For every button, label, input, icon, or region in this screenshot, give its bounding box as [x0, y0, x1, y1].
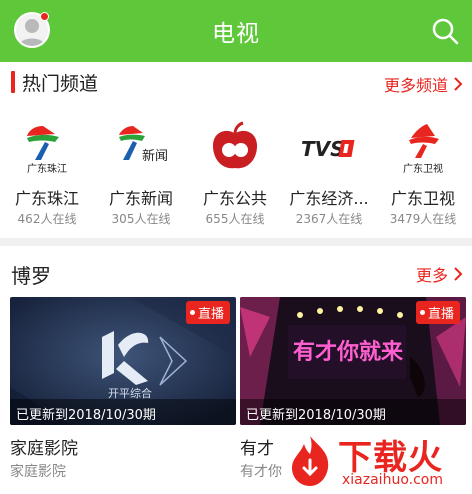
svg-text:开平综合: 开平综合 [108, 386, 152, 400]
program-subtitle: 有才你 [240, 464, 282, 480]
channel-name: 广东经济... [289, 189, 369, 208]
gd-satellite-logo-icon: 广东卫视 [403, 124, 443, 175]
live-label: 直播 [197, 307, 224, 322]
channel-viewers: 655人在线 [205, 212, 265, 226]
more-label: 更多 [415, 266, 448, 285]
channel-viewers: 305人在线 [111, 212, 171, 226]
watermark-url: xiazaihuo.com [342, 472, 443, 488]
page-title: 电视 [212, 21, 260, 47]
site-watermark: 下载火 xiazaihuo.com [280, 428, 472, 494]
more-channels-link[interactable]: 更多频道 [384, 72, 464, 96]
channel-item[interactable]: 广东珠江 广东珠江 462人在线 [0, 110, 94, 230]
channel-name: 广东新闻 [108, 189, 173, 208]
channel-item[interactable]: TVS 广东经济... 2367人在线 [282, 110, 376, 230]
channel-viewers: 2367人在线 [295, 212, 363, 226]
section-divider [0, 238, 472, 246]
chevron-right-icon [454, 267, 463, 281]
svg-text:有才你就来: 有才你就来 [293, 339, 404, 365]
section-marker [11, 71, 15, 93]
channel-name: 广东珠江 [14, 189, 79, 208]
live-dot-icon [189, 310, 195, 315]
update-text: 已更新到2018/10/30期 [16, 408, 156, 423]
more-link[interactable]: 更多 [416, 262, 464, 286]
svg-text:TVS: TVS [301, 137, 345, 161]
program-subtitle: 家庭影院 [10, 464, 66, 480]
update-text: 已更新到2018/10/30期 [246, 408, 386, 423]
chevron-right-icon [454, 77, 463, 91]
top-bar: 电视 [0, 0, 472, 62]
live-label: 直播 [427, 307, 454, 322]
update-bar: 已更新到2018/10/30期 [240, 399, 466, 425]
live-badge: 直播 [415, 301, 460, 324]
program-card[interactable]: 有才你就来 直播 已更新到2018/10/30期 [240, 297, 466, 425]
search-icon [432, 18, 459, 45]
hot-channels-header: 热门频道 更多频道 [0, 62, 472, 102]
flame-download-icon [292, 436, 329, 486]
channel-item[interactable]: 新闻 广东新闻 305人在线 [94, 110, 188, 230]
channel-name: 广东公共 [202, 189, 267, 208]
channel-viewers: 3479人在线 [389, 212, 457, 226]
boluo-header: 博罗 更多 [0, 252, 472, 292]
gd-zhujiang-logo-icon: 广东珠江 [27, 126, 67, 175]
search-button[interactable] [430, 16, 460, 46]
program-title[interactable]: 有才 [240, 434, 274, 459]
channel-name: 广东卫视 [390, 189, 455, 208]
program-card[interactable]: 开平综合 直播 已更新到2018/10/30期 [10, 297, 236, 425]
live-dot-icon [419, 310, 425, 315]
more-channels-label: 更多频道 [383, 76, 448, 95]
channel-list: 广东珠江 广东珠江 462人在线 新闻 广东新闻 305人在线 广东公共 655… [0, 110, 472, 230]
channel-item[interactable]: 广东公共 655人在线 [188, 110, 282, 230]
program-title[interactable]: 家庭影院 [10, 434, 78, 459]
tvs-logo-icon: TVS [301, 137, 355, 161]
update-bar: 已更新到2018/10/30期 [10, 399, 236, 425]
channel-item[interactable]: 广东卫视 广东卫视 3479人在线 [376, 110, 470, 230]
channel-viewers: 462人在线 [17, 212, 77, 226]
svg-text:广东卫视: 广东卫视 [403, 162, 443, 175]
gd-news-logo-icon: 新闻 [119, 126, 168, 164]
boluo-title: 博罗 [11, 264, 51, 288]
svg-text:广东珠江: 广东珠江 [27, 162, 67, 175]
svg-text:新闻: 新闻 [142, 148, 168, 164]
hot-channels-title: 热门频道 [22, 73, 99, 95]
gd-public-apple-logo-icon [213, 121, 257, 169]
live-badge: 直播 [185, 301, 230, 324]
